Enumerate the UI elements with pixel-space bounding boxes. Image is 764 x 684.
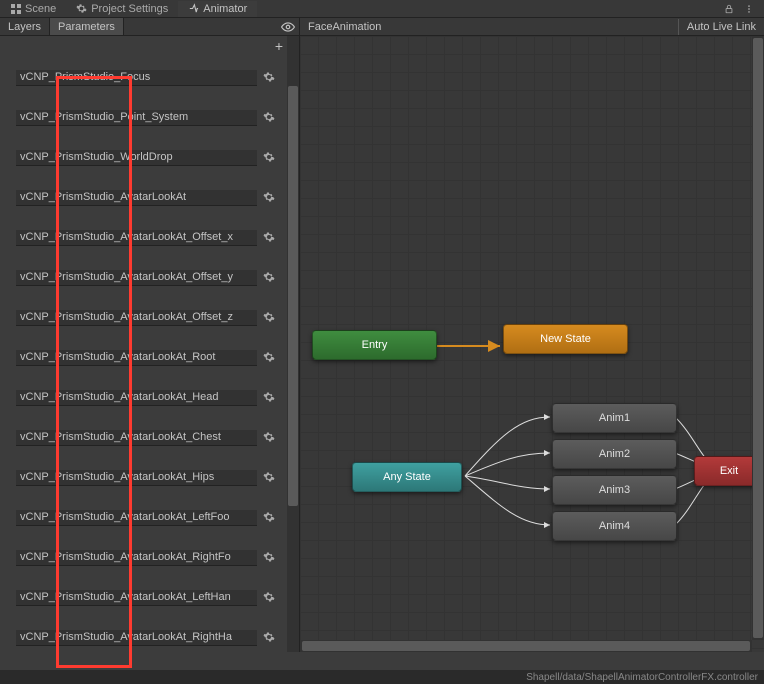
sub-tab-layers[interactable]: Layers: [0, 18, 50, 35]
parameter-name-field[interactable]: vCNP_PrismStudio_AvatarLookAt_LeftFoo: [16, 510, 257, 526]
parameter-row[interactable]: vCNP_PrismStudio_AvatarLookAt: [0, 178, 287, 218]
parameter-name-field[interactable]: vCNP_PrismStudio_AvatarLookAt_Head: [16, 390, 257, 406]
node-any-state[interactable]: Any State: [352, 462, 462, 492]
parameter-row[interactable]: vCNP_PrismStudio_AvatarLookAt_Offset_z: [0, 298, 287, 338]
gear-icon: [76, 3, 87, 14]
parameter-name-field[interactable]: vCNP_PrismStudio_AvatarLookAt_RightFo: [16, 550, 257, 566]
graph-scrollbar-horizontal[interactable]: [300, 640, 752, 652]
scrollbar-vertical[interactable]: [287, 36, 299, 652]
tab-animator[interactable]: Animator: [178, 1, 257, 17]
gear-icon[interactable]: [263, 591, 279, 606]
parameter-name-field[interactable]: vCNP_PrismStudio_Focus: [16, 70, 257, 86]
parameter-row[interactable]: vCNP_PrismStudio_AvatarLookAt_Root: [0, 338, 287, 378]
status-path: Shapell/data/ShapellAnimatorControllerFX…: [526, 672, 758, 683]
grid-icon: [10, 3, 21, 14]
parameter-row[interactable]: vCNP_PrismStudio_AvatarLookAt_RightHa: [0, 618, 287, 652]
gear-icon[interactable]: [263, 271, 279, 286]
parameter-name-field[interactable]: vCNP_PrismStudio_AvatarLookAt_Chest: [16, 430, 257, 446]
eye-icon[interactable]: [281, 20, 295, 34]
gear-icon[interactable]: [263, 151, 279, 166]
add-parameter-button[interactable]: +: [275, 38, 283, 54]
graph-header: FaceAnimation Auto Live Link: [300, 18, 764, 36]
gear-icon[interactable]: [263, 71, 279, 86]
gear-icon[interactable]: [263, 311, 279, 326]
gear-icon[interactable]: [263, 511, 279, 526]
parameter-row[interactable]: vCNP_PrismStudio_AvatarLookAt_Head: [0, 378, 287, 418]
parameter-row[interactable]: vCNP_PrismStudio_Point_System: [0, 98, 287, 138]
node-anim3[interactable]: Anim3: [552, 475, 677, 505]
parameter-row[interactable]: vCNP_PrismStudio_AvatarLookAt_LeftFoo: [0, 498, 287, 538]
parameter-row[interactable]: vCNP_PrismStudio_WorldDrop: [0, 138, 287, 178]
status-bar: Shapell/data/ShapellAnimatorControllerFX…: [0, 670, 764, 684]
node-anim4[interactable]: Anim4: [552, 511, 677, 541]
tab-label: Animator: [203, 3, 247, 15]
sub-tab-parameters[interactable]: Parameters: [50, 18, 124, 35]
tab-scene[interactable]: Scene: [0, 1, 66, 17]
parameter-name-field[interactable]: vCNP_PrismStudio_Point_System: [16, 110, 257, 126]
node-anim2[interactable]: Anim2: [552, 439, 677, 469]
parameter-row[interactable]: vCNP_PrismStudio_AvatarLookAt_Offset_y: [0, 258, 287, 298]
gear-icon[interactable]: [263, 471, 279, 486]
tab-label: Project Settings: [91, 3, 168, 15]
parameter-name-field[interactable]: vCNP_PrismStudio_AvatarLookAt: [16, 190, 257, 206]
window-tab-bar: Scene Project Settings Animator: [0, 0, 764, 18]
parameter-name-field[interactable]: vCNP_PrismStudio_AvatarLookAt_Offset_y: [16, 270, 257, 286]
auto-live-link-button[interactable]: Auto Live Link: [678, 19, 764, 35]
animator-icon: [188, 3, 199, 14]
parameter-name-field[interactable]: vCNP_PrismStudio_AvatarLookAt_RightHa: [16, 630, 257, 646]
context-menu-icon[interactable]: [742, 2, 756, 16]
params-header: Layers Parameters: [0, 18, 300, 36]
tab-project-settings[interactable]: Project Settings: [66, 1, 178, 17]
gear-icon[interactable]: [263, 191, 279, 206]
node-new-state[interactable]: New State: [503, 324, 628, 354]
gear-icon[interactable]: [263, 631, 279, 646]
parameter-name-field[interactable]: vCNP_PrismStudio_AvatarLookAt_Root: [16, 350, 257, 366]
scrollbar-thumb[interactable]: [302, 641, 750, 651]
gear-icon[interactable]: [263, 551, 279, 566]
parameter-name-field[interactable]: vCNP_PrismStudio_WorldDrop: [16, 150, 257, 166]
parameter-name-field[interactable]: vCNP_PrismStudio_AvatarLookAt_Offset_x: [16, 230, 257, 246]
node-anim1[interactable]: Anim1: [552, 403, 677, 433]
parameter-row[interactable]: vCNP_PrismStudio_Focus: [0, 58, 287, 98]
scrollbar-thumb[interactable]: [753, 38, 763, 638]
node-entry[interactable]: Entry: [312, 330, 437, 360]
scrollbar-thumb[interactable]: [288, 86, 298, 506]
parameter-list: vCNP_PrismStudio_Focus vCNP_PrismStudio_P…: [0, 58, 287, 652]
parameter-name-field[interactable]: vCNP_PrismStudio_AvatarLookAt_LeftHan: [16, 590, 257, 606]
tab-label: Scene: [25, 3, 56, 15]
gear-icon[interactable]: [263, 231, 279, 246]
parameter-name-field[interactable]: vCNP_PrismStudio_AvatarLookAt_Hips: [16, 470, 257, 486]
animator-graph[interactable]: Entry New State Any State Anim1 Anim2 An…: [300, 36, 764, 652]
gear-icon[interactable]: [263, 391, 279, 406]
parameter-row[interactable]: vCNP_PrismStudio_AvatarLookAt_Hips: [0, 458, 287, 498]
gear-icon[interactable]: [263, 111, 279, 126]
parameter-name-field[interactable]: vCNP_PrismStudio_AvatarLookAt_Offset_z: [16, 310, 257, 326]
parameter-row[interactable]: vCNP_PrismStudio_AvatarLookAt_Offset_x: [0, 218, 287, 258]
parameter-row[interactable]: vCNP_PrismStudio_AvatarLookAt_Chest: [0, 418, 287, 458]
gear-icon[interactable]: [263, 351, 279, 366]
parameter-row[interactable]: vCNP_PrismStudio_AvatarLookAt_LeftHan: [0, 578, 287, 618]
gear-icon[interactable]: [263, 431, 279, 446]
parameter-panel: + vCNP_PrismStudio_FocusvCNP_PrismStudio…: [0, 36, 300, 652]
lock-icon[interactable]: [722, 2, 736, 16]
graph-scrollbar-vertical[interactable]: [752, 36, 764, 640]
breadcrumb[interactable]: FaceAnimation: [300, 19, 389, 35]
parameter-row[interactable]: vCNP_PrismStudio_AvatarLookAt_RightFo: [0, 538, 287, 578]
